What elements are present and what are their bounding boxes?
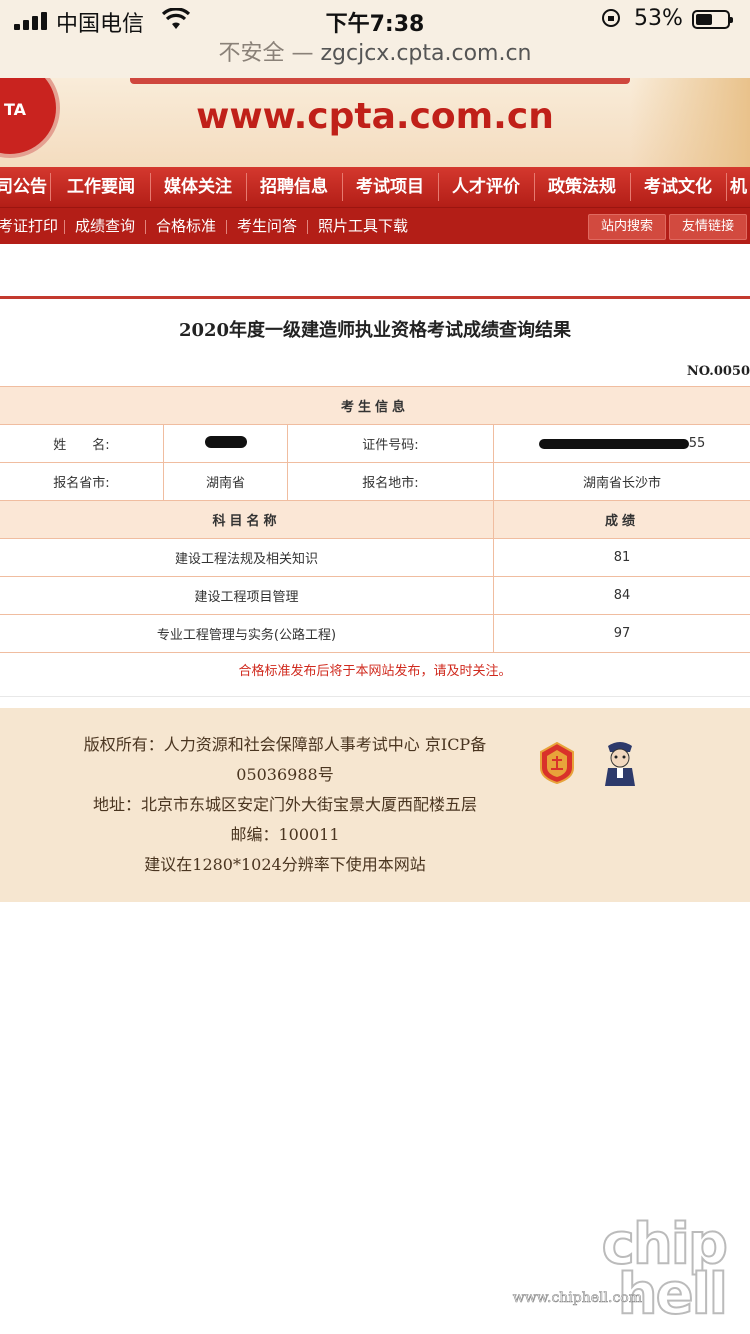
battery-icon (692, 10, 733, 29)
subject-name: 专业工程管理与实务(公路工程) (0, 614, 494, 653)
chiphell-watermark: chip hell www.chiphell.com (512, 1216, 736, 1324)
footer-text: 版权所有：人力资源和社会保障部人事考试中心 京ICP备 05036988号 地址… (50, 730, 520, 880)
record-number: NO.0050 (686, 364, 750, 379)
main-nav: 司公告 工作要闻 媒体关注 招聘信息 考试项目 人才评价 政策法规 考试文化 机 (0, 167, 750, 207)
watermark-url: www.chiphell.com (512, 1290, 642, 1307)
address-text: 地址：北京市东城区安定门外大街宝景大厦西配楼五层 (92, 795, 477, 814)
status-bar: 中国电信 下午7:38 53% (0, 0, 750, 40)
site-footer: 版权所有：人力资源和社会保障部人事考试中心 京ICP备 05036988号 地址… (0, 708, 750, 902)
security-label: 不安全 — (218, 41, 314, 66)
nav-item[interactable]: 考试项目 (342, 167, 438, 207)
id-label: 证件号码: (287, 424, 494, 463)
subnav-link-print[interactable]: 考证打印 (0, 208, 58, 244)
subnav-link-photo-tool[interactable]: 照片工具下载 (318, 208, 408, 244)
content-divider (0, 296, 750, 299)
table-row: 专业工程管理与实务(公路工程) 97 (0, 614, 750, 653)
banner-title-strip (130, 78, 630, 84)
address-bar[interactable]: 不安全 — zgcjcx.cpta.com.cn (0, 40, 750, 78)
subject-header: 科目名称 (0, 500, 494, 539)
subnav-link-faq[interactable]: 考生问答 (237, 208, 297, 244)
redacted-name (204, 435, 247, 448)
subnav-link-pass-standard[interactable]: 合格标准 (156, 208, 216, 244)
subject-score: 84 (493, 576, 750, 615)
notice-text: 合格标准发布后将于本网站发布，请及时关注。 (238, 664, 512, 679)
info-header: 考生信息 (0, 386, 750, 425)
cyber-police-icon[interactable] (600, 738, 640, 788)
name-value (163, 424, 288, 463)
divider (0, 696, 750, 697)
nav-item[interactable]: 政策法规 (534, 167, 630, 207)
subject-name: 建设工程法规及相关知识 (0, 538, 494, 577)
resolution-note: 建议在1280*1024分辨率下使用本网站 (144, 855, 426, 874)
subject-name: 建设工程项目管理 (0, 576, 494, 615)
nav-item[interactable]: 机 (730, 167, 750, 207)
score-header: 成绩 (493, 500, 750, 539)
id-value: 55 (493, 424, 750, 463)
friend-links-button[interactable]: 友情链接 (669, 214, 748, 240)
site-search-button[interactable]: 站内搜索 (588, 214, 667, 240)
table-row: 建设工程项目管理 84 (0, 576, 750, 615)
copyright-text: 版权所有：人力资源和社会保障部人事考试中心 京ICP备 (83, 735, 487, 754)
postcode-text: 邮编：100011 (230, 825, 340, 844)
province-label: 报名省市: (0, 462, 164, 501)
nav-item[interactable]: 人才评价 (438, 167, 534, 207)
nav-item[interactable]: 司公告 (0, 167, 47, 207)
icp-number[interactable]: 05036988号 (50, 760, 520, 790)
gov-emblem-icon[interactable] (538, 742, 576, 784)
site-banner: TA www.cpta.com.cn (0, 78, 750, 167)
subnav-link-score-query[interactable]: 成绩查询 (75, 208, 135, 244)
city-value: 湖南省长沙市 (493, 462, 750, 501)
subject-score: 97 (493, 614, 750, 653)
battery-percent: 53% (634, 6, 683, 31)
redacted-id (538, 438, 689, 449)
name-label: 姓 名: (0, 424, 164, 463)
page-title: 2020年度一级建造师执业资格考试成绩查询结果 (178, 320, 572, 341)
subject-score: 81 (493, 538, 750, 577)
city-label: 报名地市: (287, 462, 494, 501)
sub-nav: 考证打印 成绩查询 合格标准 考生问答 照片工具下载 站内搜索 友情链接 (0, 207, 750, 244)
table-row: 建设工程法规及相关知识 81 (0, 538, 750, 577)
nav-item[interactable]: 工作要闻 (52, 167, 150, 207)
banner-decoration (630, 78, 750, 167)
nav-item[interactable]: 招聘信息 (246, 167, 342, 207)
province-value: 湖南省 (163, 462, 288, 501)
url-host: zgcjcx.cpta.com.cn (320, 41, 532, 66)
score-table: 考生信息 姓 名: 证件号码: 55 报名省市: 湖南省 报名地市: 湖南省长沙… (0, 386, 750, 653)
orientation-lock-icon (602, 9, 620, 27)
nav-item[interactable]: 媒体关注 (150, 167, 246, 207)
nav-item[interactable]: 考试文化 (630, 167, 726, 207)
